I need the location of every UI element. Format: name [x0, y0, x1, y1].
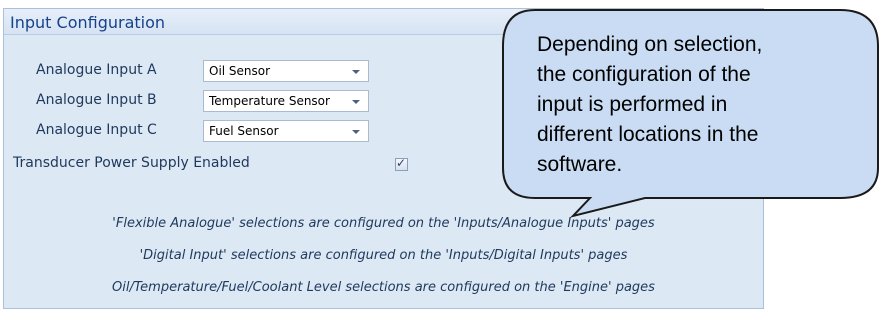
callout-text: Depending on selection, the configuratio… — [537, 30, 857, 180]
analogue-input-c-value: Fuel Sensor — [209, 124, 279, 138]
chevron-down-icon — [352, 70, 360, 74]
callout-line: Depending on selection, — [537, 33, 763, 56]
callout-line: different locations in the — [537, 123, 759, 146]
analogue-input-a-label: Analogue Input A — [36, 62, 157, 78]
analogue-input-b-select[interactable]: Temperature Sensor — [203, 90, 369, 112]
analogue-input-c-select[interactable]: Fuel Sensor — [203, 120, 369, 142]
analogue-input-a-select[interactable]: Oil Sensor — [203, 60, 369, 82]
panel-title: Input Configuration — [10, 13, 166, 32]
analogue-input-a-value: Oil Sensor — [209, 64, 271, 78]
analogue-input-b-label: Analogue Input B — [36, 92, 157, 108]
info-line-flexible-analogue: 'Flexible Analogue' selections are confi… — [112, 216, 655, 231]
analogue-input-b-value: Temperature Sensor — [209, 94, 330, 108]
callout-line: software. — [537, 153, 623, 176]
transducer-power-checkbox[interactable]: ✓ — [395, 156, 408, 171]
chevron-down-icon — [352, 130, 360, 134]
callout-line: input is performed in — [537, 93, 728, 116]
transducer-power-label: Transducer Power Supply Enabled — [13, 155, 250, 171]
info-line-engine: Oil/Temperature/Fuel/Coolant Level selec… — [112, 280, 655, 295]
checkmark-icon: ✓ — [396, 156, 407, 170]
analogue-input-c-label: Analogue Input C — [36, 122, 157, 138]
chevron-down-icon — [352, 100, 360, 104]
info-line-digital-input: 'Digital Input' selections are configure… — [139, 248, 628, 263]
callout-line: the configuration of the — [537, 63, 751, 86]
